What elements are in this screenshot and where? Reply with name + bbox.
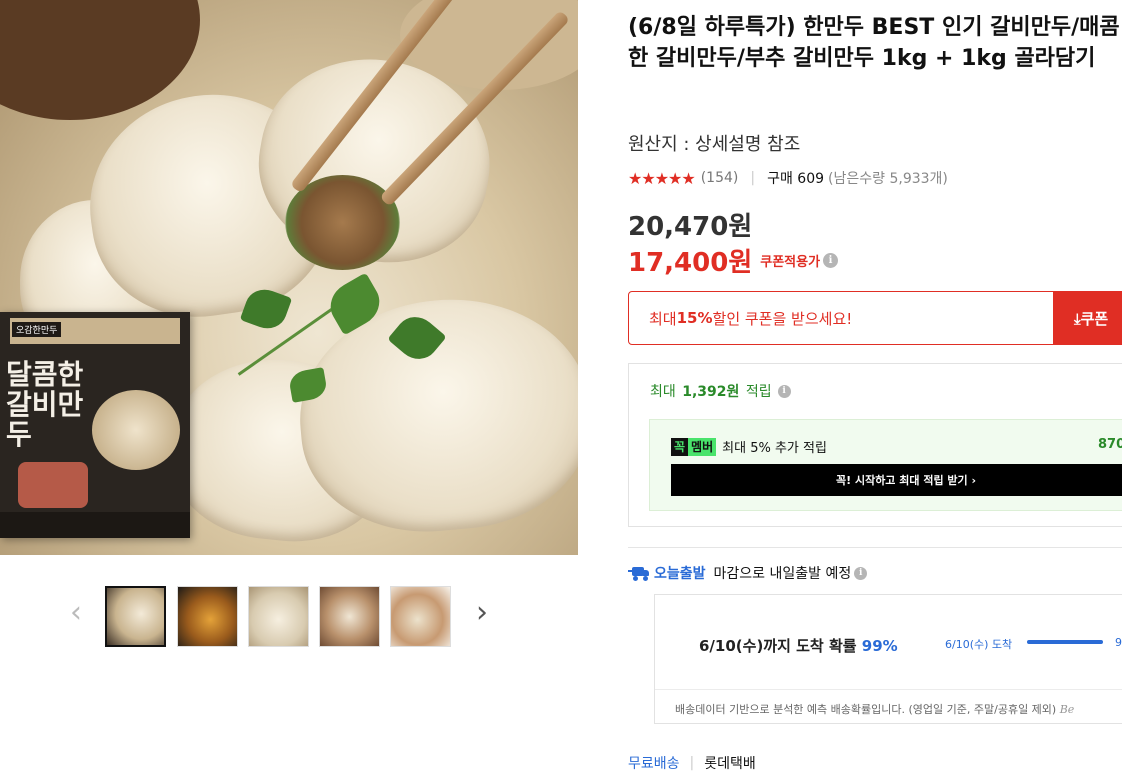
- thumbnail-1[interactable]: [105, 586, 166, 647]
- shipping-divider: |: [689, 755, 695, 771]
- membership-cta-button[interactable]: 꼭! 시작하고 최대 적립 받기 ›: [671, 464, 1122, 496]
- coupon-price-label: 쿠폰적용가: [760, 255, 821, 270]
- coupon-download-button[interactable]: ⤓쿠폰: [1054, 291, 1122, 345]
- thumbnail-image: [107, 588, 164, 645]
- info-icon[interactable]: i: [823, 253, 839, 268]
- package-brand: 오감한만두: [12, 322, 62, 337]
- thumbnail-image: [249, 587, 308, 646]
- coupon-text-prefix: 최대: [649, 309, 677, 328]
- carrier-name: 롯데택배: [704, 756, 756, 772]
- thumbnail-prev-icon[interactable]: ‹: [70, 598, 82, 628]
- arrival-main-text: 6/10(수)까지 도착 확률: [699, 637, 857, 655]
- rating-divider: |: [750, 170, 756, 186]
- arrival-note-area: 배송데이터 기반으로 분석한 예측 배송확률입니다. (영업일 기준, 주말/공…: [655, 689, 1122, 725]
- membership-badge-a: 꼭: [671, 437, 689, 456]
- product-title: (6/8일 하루특가) 한만두 BEST 인기 갈비만두/매콤한 갈비만두/부추…: [628, 15, 1120, 71]
- package-bottom-band: [0, 512, 190, 538]
- info-icon[interactable]: i: [777, 384, 791, 398]
- membership-row: 꼭 멤버 최대 5% 추가 적립: [671, 437, 827, 456]
- product-package: 오감한만두 달콤한 갈비만두: [0, 312, 190, 538]
- reward-box: 최대 1,392원 적립 i 꼭 멤버 최대 5% 추가 적립 870 꼭! 시작…: [628, 363, 1122, 527]
- arrival-probability: 6/10(수)까지 도착 확률 99%: [699, 635, 898, 656]
- main-product-image: 오감한만두 달콤한 갈비만두: [0, 0, 578, 555]
- today-ship-label: 오늘출발: [654, 566, 706, 582]
- arrival-note: 배송데이터 기반으로 분석한 예측 배송확률입니다. (영업일 기준, 주말/공…: [675, 701, 1074, 717]
- free-shipping-label: 무료배송: [628, 756, 680, 772]
- coupon-text-suffix: 할인 쿠폰을 받으세요!: [712, 309, 853, 328]
- reward-amount: 1,392원: [682, 384, 740, 400]
- package-dumpling-photo: [92, 390, 180, 470]
- review-count-link[interactable]: (154): [701, 170, 739, 186]
- sale-price: 17,400원: [628, 248, 753, 278]
- thumbnail-2[interactable]: [177, 586, 238, 647]
- shipping-row: 오늘출발 마감으로 내일출발 예정 i: [628, 563, 868, 583]
- truck-icon: [628, 566, 650, 581]
- product-origin: 원산지 : 상세설명 참조: [628, 134, 801, 155]
- arrival-note-text: 배송데이터 기반으로 분석한 예측 배송확률입니다. (영업일 기준, 주말/공…: [675, 703, 1057, 716]
- reward-title-suffix: 적립: [745, 384, 772, 400]
- package-meat-photo: [18, 462, 88, 508]
- arrival-note-brand: Be: [1059, 703, 1075, 716]
- thumbnail-5[interactable]: [390, 586, 451, 647]
- membership-badge-b: 멤버: [688, 437, 717, 456]
- reward-title: 최대 1,392원 적립 i: [650, 381, 791, 401]
- thumbnail-3[interactable]: [248, 586, 309, 647]
- membership-text: 최대 5% 추가 적립: [722, 441, 827, 456]
- thumbnail-image: [320, 587, 379, 646]
- info-icon[interactable]: i: [854, 566, 868, 580]
- thumbnail-image: [391, 587, 450, 646]
- membership-amount: 870: [1098, 437, 1122, 452]
- reward-title-prefix: 최대: [650, 384, 676, 400]
- membership-box: 꼭 멤버 최대 5% 추가 적립 870 꼭! 시작하고 최대 적립 받기 ›: [649, 419, 1122, 511]
- thumbnail-image: [178, 587, 237, 646]
- package-title: 달콤한 갈비만두: [6, 358, 84, 451]
- original-price: 20,470원: [628, 212, 753, 242]
- membership-badge: 꼭 멤버: [671, 437, 717, 456]
- section-divider: [628, 547, 1122, 548]
- rating-row: ★★★★★ (154) | 구매 609 (남은수량 5,933개): [628, 168, 948, 188]
- free-shipping-row: 무료배송 | 롯데택배: [628, 753, 756, 773]
- today-ship-desc: 마감으로 내일출발 예정: [713, 566, 852, 582]
- arrival-probability-box: 6/10(수)까지 도착 확률 99% 6/10(수) 도착 9 배송데이터 기…: [654, 594, 1122, 724]
- arrival-percent: 99%: [861, 637, 898, 655]
- sale-price-row: 17,400원 쿠폰적용가 i: [628, 242, 839, 279]
- rating-stars-icon: ★★★★★: [628, 168, 696, 188]
- coupon-discount: 15%: [676, 309, 713, 327]
- arrival-bar-value: 9: [1115, 636, 1122, 649]
- remaining-stock: (남은수량 5,933개): [828, 171, 948, 187]
- thumbnail-4[interactable]: [319, 586, 380, 647]
- thumbnail-next-icon[interactable]: ›: [476, 598, 488, 628]
- arrival-progress-bar: [1027, 640, 1103, 644]
- purchase-count: 구매 609: [767, 171, 825, 187]
- coupon-banner[interactable]: 최대 15% 할인 쿠폰을 받으세요!: [628, 291, 1054, 345]
- arrival-date-label: 6/10(수) 도착: [945, 638, 1013, 651]
